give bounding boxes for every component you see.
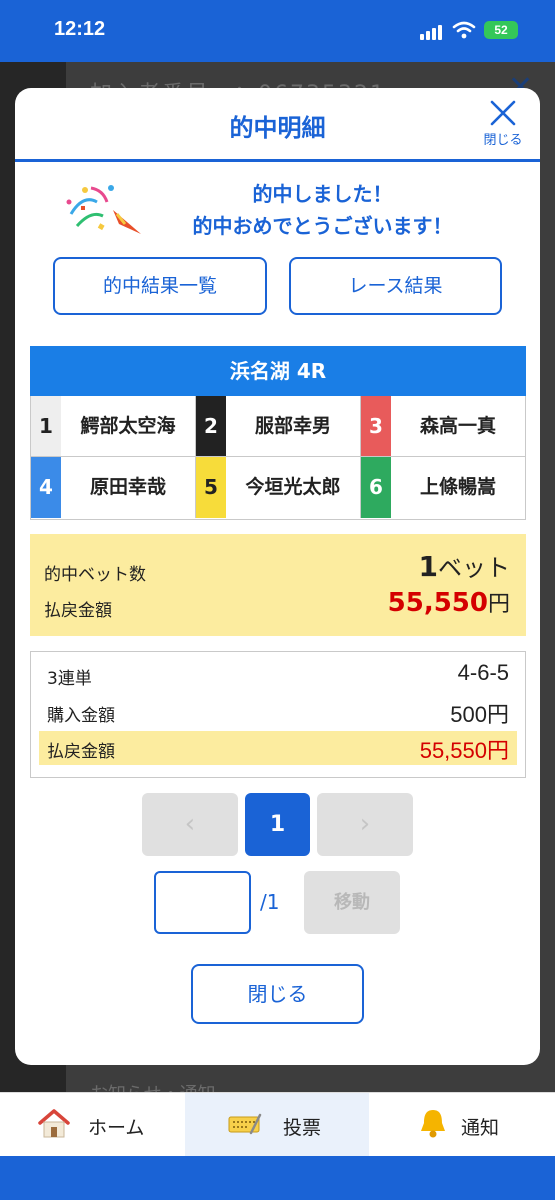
status-bar: 12:12 52: [0, 0, 555, 62]
tab-vote[interactable]: 投票: [185, 1093, 369, 1157]
next-page-button[interactable]: ›: [317, 793, 413, 856]
close-button[interactable]: 閉じる: [191, 964, 364, 1024]
purchase-amount-row: 購入金額 500円: [39, 695, 517, 729]
race-name: 浜名湖 4R: [30, 346, 526, 396]
congrats-line2: 的中おめでとうございます！: [192, 214, 453, 238]
tab-bar: ホーム 投票 通知: [0, 1092, 555, 1157]
payout-total: 55,550円: [388, 586, 510, 618]
current-page-button[interactable]: 1: [245, 793, 310, 856]
modal-header: 的中明細 閉じる: [15, 88, 540, 162]
racer-number: 2: [196, 396, 226, 456]
wifi-icon: [452, 21, 476, 39]
purchase-amount-label: 購入金額: [47, 706, 115, 726]
modal-title: 的中明細: [229, 114, 326, 142]
racer-number: 4: [31, 457, 61, 518]
racer-1: 1 鰐部太空海: [31, 396, 196, 457]
tab-home[interactable]: ホーム: [0, 1093, 185, 1157]
bell-icon: [421, 1110, 445, 1138]
payout-value: 55,550: [387, 588, 488, 618]
racer-name: 上條暢嵩: [419, 476, 496, 498]
racer-name: 森高一真: [419, 415, 496, 437]
race-results-button[interactable]: レース結果: [289, 257, 502, 315]
bottom-bar: [0, 1156, 555, 1200]
congrats-line1: 的中しました！: [252, 182, 393, 206]
bet-type-row: 3連単 4-6-5: [39, 658, 517, 692]
hit-bets-label: 的中ベット数: [44, 565, 146, 585]
tab-home-label: ホーム: [88, 1117, 145, 1139]
payout-label: 払戻金額: [44, 601, 112, 621]
racer-name: 今垣光太郎: [245, 476, 341, 498]
hit-results-list-button[interactable]: 的中結果一覧: [53, 257, 267, 315]
racer-3: 3 森高一真: [361, 396, 525, 457]
bet-type-label: 3連単: [47, 669, 92, 689]
hit-bets-count: 1ベット: [419, 548, 510, 583]
move-button[interactable]: 移動: [304, 871, 400, 934]
congrats-message: 的中しました！ 的中おめでとうございます！: [15, 170, 540, 240]
page-total: /1: [260, 890, 280, 914]
racer-number: 3: [361, 396, 391, 456]
purchase-amount-value: 500円: [450, 702, 509, 727]
racer-name: 服部幸男: [254, 415, 331, 437]
racers-grid: 1 鰐部太空海 2 服部幸男 3 森高一真 4 原田幸哉 5 今垣光太郎 6 上…: [30, 396, 526, 520]
modal-close-button[interactable]: 閉じる: [480, 100, 526, 152]
bet-detail: 3連単 4-6-5 購入金額 500円 払戻金額 55,550円: [30, 651, 526, 778]
battery-icon: 52: [484, 21, 518, 39]
house-icon: [38, 1109, 70, 1138]
racer-5: 5 今垣光太郎: [196, 457, 361, 518]
racer-name: 鰐部太空海: [80, 415, 176, 437]
racer-6: 6 上條暢嵩: [361, 457, 525, 518]
tab-vote-label: 投票: [283, 1117, 322, 1139]
status-time: 12:12: [54, 18, 106, 40]
tab-notify-label: 通知: [461, 1117, 500, 1139]
racer-number: 1: [31, 396, 61, 456]
hit-summary: 的中ベット数 1ベット 払戻金額 55,550円: [30, 534, 526, 636]
tab-notify[interactable]: 通知: [369, 1093, 555, 1157]
hit-bets-unit: ベット: [438, 554, 510, 582]
racer-number: 5: [196, 457, 226, 518]
close-icon: [490, 100, 516, 126]
payout-unit: 円: [487, 592, 510, 617]
hit-bets-number: 1: [418, 550, 438, 583]
page-number-input[interactable]: [154, 871, 251, 934]
signal-icon: [420, 24, 446, 40]
payout-row-value: 55,550円: [419, 738, 509, 763]
payout-row-label: 払戻金額: [47, 742, 115, 762]
bet-type-value: 4-6-5: [457, 660, 509, 685]
payout-row: 払戻金額 55,550円: [39, 731, 517, 765]
modal-close-label: 閉じる: [483, 133, 523, 148]
racer-4: 4 原田幸哉: [31, 457, 196, 518]
ticket-icon: [228, 1113, 262, 1135]
prev-page-button[interactable]: ‹: [142, 793, 238, 856]
hit-detail-modal: 的中明細 閉じる 的中しました！ 的中おめでとうございます！ 的中結果一覧 レー…: [15, 88, 540, 1065]
racer-number: 6: [361, 457, 391, 518]
racer-2: 2 服部幸男: [196, 396, 361, 457]
racer-name: 原田幸哉: [89, 476, 166, 498]
